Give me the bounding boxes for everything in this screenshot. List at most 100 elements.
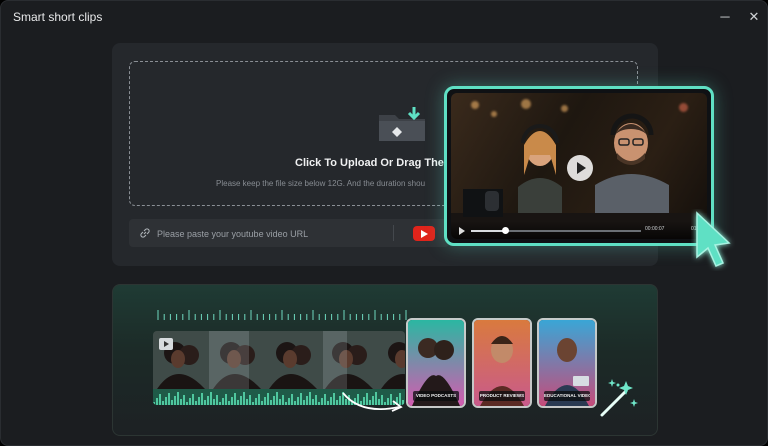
waveform-bar [195, 401, 197, 405]
cursor-pointer-icon [696, 211, 731, 267]
divider [393, 225, 394, 241]
waveform-bar [336, 400, 338, 405]
window-title: Smart short clips [13, 10, 103, 24]
waveform-bar [276, 392, 278, 405]
waveform-bar [285, 402, 287, 405]
waveform-bar [264, 397, 266, 405]
waveform-bar [288, 398, 290, 405]
waveform-bar [261, 401, 263, 405]
waveform-bar [273, 396, 275, 405]
seek-handle[interactable] [502, 227, 509, 234]
waveform-bar [240, 396, 242, 405]
waveform-bar [243, 392, 245, 405]
waveform-bar [168, 393, 170, 405]
magic-wand-icon [600, 379, 638, 417]
waveform-bar [309, 392, 311, 405]
youtube-icon[interactable] [413, 226, 435, 241]
time-current: 00:00:07 [645, 226, 665, 232]
preview-scene: 00:00:07 01:45 [451, 93, 707, 239]
waveform-bar [330, 397, 332, 405]
video-preview[interactable]: 00:00:07 01:45 [444, 86, 714, 246]
bokeh-light [521, 99, 531, 109]
filmstrip-frame [377, 331, 405, 389]
waveform-bar [162, 401, 164, 405]
waveform-bar [198, 397, 200, 405]
waveform-bar [225, 394, 227, 405]
bokeh-light [471, 101, 479, 109]
upload-title: Click To Upload Or Drag The File [295, 157, 466, 169]
waveform-bar [246, 399, 248, 405]
waveform-bar [201, 393, 203, 405]
smart-clips-showcase: VIDEO PODCASTS PRODUCT REVIEWS EDUCATION… [112, 284, 658, 436]
clip-label: PRODUCT REVIEWS [479, 391, 525, 401]
clip-card[interactable]: EDUCATIONAL VIDEO [537, 318, 597, 408]
seek-progress [471, 230, 505, 232]
folder-upload-icon [379, 107, 425, 141]
waveform-bar [153, 402, 155, 405]
waveform-bar [300, 393, 302, 405]
waveform-bar [213, 399, 215, 405]
waveform-bar [210, 392, 212, 405]
bokeh-light [491, 111, 497, 117]
waveform-bar [306, 396, 308, 405]
clip-card[interactable]: VIDEO PODCASTS [406, 318, 466, 408]
waveform-bar [231, 397, 233, 405]
clip-label: EDUCATIONAL VIDEO [544, 391, 590, 401]
waveform-bar [333, 393, 335, 405]
waveform-bar [171, 400, 173, 405]
bokeh-light [679, 103, 688, 112]
waveform-bar [291, 394, 293, 405]
minimize-button[interactable]: ─ [717, 9, 733, 25]
waveform-bar [297, 397, 299, 405]
waveform-bar [207, 396, 209, 405]
filmstrip-frames [153, 331, 405, 389]
waveform-bar [270, 400, 272, 405]
close-button[interactable]: ✕ [746, 9, 762, 25]
upload-hint: Please keep the file size below 12G. And… [216, 179, 426, 188]
waveform-bar [318, 402, 320, 405]
waveform-bar [222, 398, 224, 405]
play-icon[interactable] [567, 155, 593, 181]
waveform-bar [216, 395, 218, 405]
waveform-bar [189, 398, 191, 405]
arrow-icon [342, 392, 403, 412]
title-bar: Smart short clips ─ ✕ [1, 1, 767, 33]
waveform-bar [315, 395, 317, 405]
waveform-bar [204, 400, 206, 405]
app-window: Smart short clips ─ ✕ Click To Upload Or… [0, 0, 768, 446]
control-play-icon[interactable] [459, 227, 465, 235]
filmstrip-frame [265, 331, 321, 389]
waveform-bar [234, 393, 236, 405]
waveform-bar [177, 392, 179, 405]
timeline-ruler [157, 310, 407, 320]
waveform-bar [156, 398, 158, 405]
waveform-bar [282, 395, 284, 405]
waveform-bar [312, 399, 314, 405]
waveform-bar [192, 394, 194, 405]
url-bar [129, 219, 449, 247]
player-controls: 00:00:07 01:45 [451, 221, 707, 239]
waveform-bar [324, 394, 326, 405]
bokeh-light [561, 105, 568, 112]
waveform-bar [228, 401, 230, 405]
waveform-bar [258, 394, 260, 405]
waveform-bar [237, 400, 239, 405]
waveform-bar [183, 395, 185, 405]
waveform-bar [279, 399, 281, 405]
waveform-bar [165, 397, 167, 405]
waveform-bar [249, 395, 251, 405]
waveform-bar [321, 398, 323, 405]
waveform-bar [180, 399, 182, 405]
waveform-bar [186, 402, 188, 405]
youtube-url-input[interactable] [155, 223, 389, 245]
waveform-bar [327, 401, 329, 405]
clip-label: VIDEO PODCASTS [413, 391, 459, 401]
waveform-bar [267, 393, 269, 405]
waveform-bar [303, 400, 305, 405]
seek-bar[interactable] [471, 227, 641, 234]
waveform-bar [219, 402, 221, 405]
clip-card[interactable]: PRODUCT REVIEWS [472, 318, 532, 408]
waveform-bar [255, 398, 257, 405]
waveform-bar [252, 402, 254, 405]
waveform-bar [294, 401, 296, 405]
